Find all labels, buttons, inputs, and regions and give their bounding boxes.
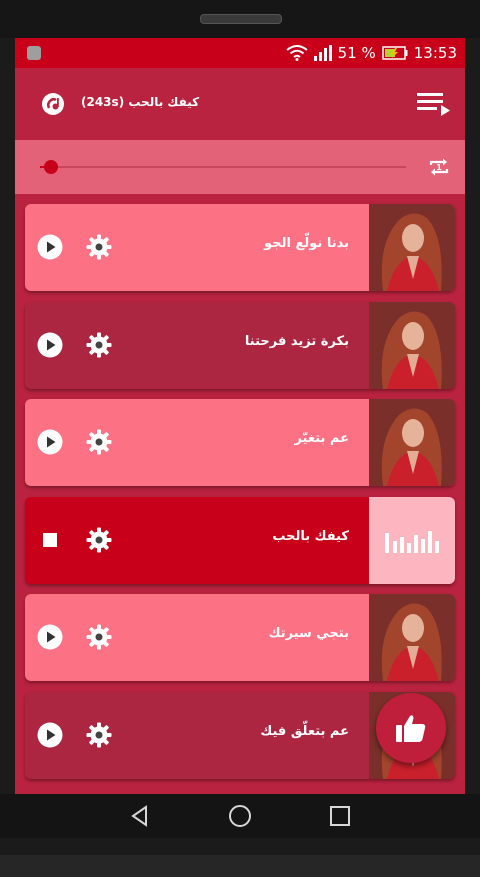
recent-apps-icon[interactable] <box>328 804 352 828</box>
song-title: عم بتغيّر <box>294 431 349 446</box>
repeat-count-badge: 1 <box>436 163 442 172</box>
song-item[interactable]: بدنا نولّع الجو <box>25 204 455 291</box>
seek-thumb[interactable] <box>43 160 58 174</box>
toolbar: كيفك بالحب (243s) <box>15 68 465 140</box>
stop-icon[interactable] <box>37 527 63 553</box>
device-chin <box>0 855 480 877</box>
app-logo-icon[interactable] <box>41 92 65 116</box>
song-item[interactable]: عم بتغيّر <box>25 399 455 486</box>
app-screen: 51 % 13:53 كيفك بالحب (243s) 1 بدنا نولّ… <box>15 38 465 794</box>
cell-signal-icon <box>313 45 332 61</box>
play-icon[interactable] <box>37 332 63 358</box>
song-item[interactable]: بكرة تزيد فرحتنا <box>25 301 455 389</box>
song-title: كيفك بالحب <box>272 528 349 544</box>
song-thumbnail <box>369 399 455 486</box>
song-title: بتجي سيرتك <box>268 626 349 641</box>
repeat-one-icon[interactable]: 1 <box>427 155 451 179</box>
playlist-menu-icon[interactable] <box>417 91 451 117</box>
song-item[interactable]: كيفك بالحب <box>25 496 455 584</box>
play-icon[interactable] <box>37 429 63 455</box>
like-button[interactable] <box>376 693 446 763</box>
song-title: عم بتعلّق فيك <box>260 723 349 739</box>
seekbar-area: 1 <box>15 140 465 194</box>
status-bar: 51 % 13:53 <box>15 38 465 68</box>
notification-app-icon <box>27 46 41 60</box>
song-thumbnail <box>369 496 455 584</box>
device-speaker <box>200 14 282 24</box>
device-bottom-bezel <box>0 838 480 877</box>
wifi-icon <box>286 45 308 61</box>
song-title: بكرة تزيد فرحتنا <box>244 333 349 349</box>
album-art-thumbnail <box>369 399 455 486</box>
back-icon[interactable] <box>128 804 152 828</box>
settings-gear-icon[interactable] <box>86 332 112 358</box>
album-art-thumbnail <box>369 204 455 291</box>
now-playing-title: كيفك بالحب (243s) <box>81 95 200 109</box>
home-icon[interactable] <box>228 804 252 828</box>
clock: 13:53 <box>413 44 457 62</box>
song-thumbnail <box>369 594 455 681</box>
song-item[interactable]: بتجي سيرتك <box>25 594 455 681</box>
settings-gear-icon[interactable] <box>86 722 112 748</box>
song-title: بدنا نولّع الجو <box>264 236 349 251</box>
song-thumbnail <box>369 301 455 389</box>
settings-gear-icon[interactable] <box>86 234 112 260</box>
play-icon[interactable] <box>37 234 63 260</box>
settings-gear-icon[interactable] <box>86 624 112 650</box>
equalizer-icon <box>385 530 439 553</box>
device-top-bezel <box>0 0 480 38</box>
play-icon[interactable] <box>37 722 63 748</box>
battery-percent: 51 % <box>337 44 376 62</box>
settings-gear-icon[interactable] <box>86 527 112 553</box>
song-thumbnail <box>369 204 455 291</box>
settings-gear-icon[interactable] <box>86 429 112 455</box>
seek-track[interactable] <box>40 166 406 168</box>
album-art-thumbnail <box>369 594 455 681</box>
system-nav-bar <box>0 794 480 838</box>
thumbs-up-icon <box>396 715 426 742</box>
battery-charging-icon <box>382 46 408 60</box>
play-icon[interactable] <box>37 624 63 650</box>
album-art-thumbnail <box>369 301 455 389</box>
